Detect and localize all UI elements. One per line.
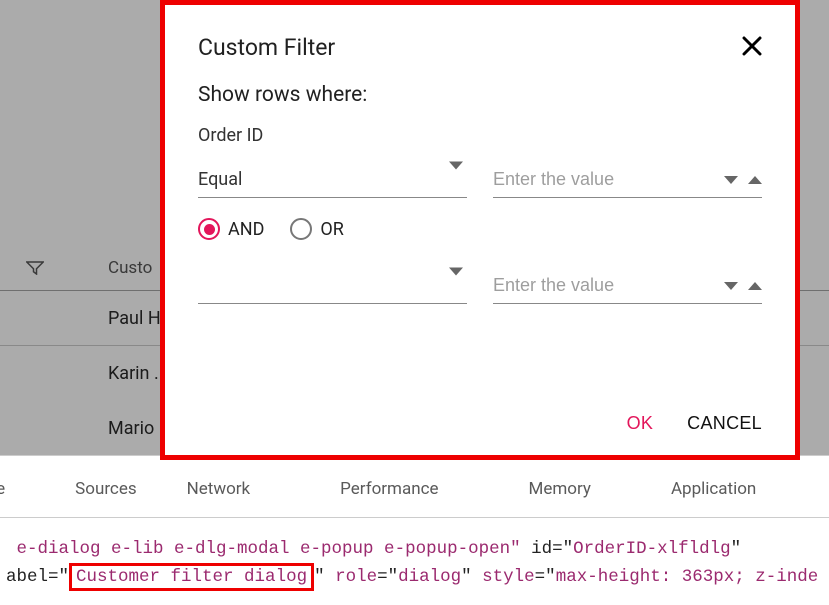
value1-input[interactable] xyxy=(493,169,762,190)
filter-field-label: Order ID xyxy=(198,125,762,146)
dialog-title: Custom Filter xyxy=(198,34,335,61)
spin-down-icon[interactable] xyxy=(724,176,738,184)
src-text: dialog xyxy=(398,567,461,587)
dialog-subtitle: Show rows where: xyxy=(198,83,762,107)
src-text: max-height: 363px; z-inde xyxy=(556,567,819,587)
ok-button[interactable]: OK xyxy=(627,413,654,434)
close-icon[interactable] xyxy=(742,35,762,61)
operator2-select[interactable] xyxy=(198,268,467,304)
devtools-tab[interactable]: le xyxy=(0,479,5,499)
devtools-tab-memory[interactable]: Memory xyxy=(529,479,591,499)
value2-input[interactable] xyxy=(493,275,762,296)
src-text: =" xyxy=(48,567,69,587)
src-text: " xyxy=(731,539,742,559)
radio-checked-icon xyxy=(198,218,220,240)
src-text: OrderID-xlfldlg xyxy=(573,539,731,559)
src-text: =" xyxy=(377,567,398,587)
src-text: " xyxy=(314,567,335,587)
src-text: =" xyxy=(552,539,573,559)
operator1-select[interactable]: Equal xyxy=(198,162,467,198)
highlighted-aria-label: Customer filter dialog xyxy=(69,563,314,591)
src-text: =" xyxy=(535,567,556,587)
radio-unchecked-icon xyxy=(290,218,312,240)
devtools-tabbar: le Sources Network Performance Memory Ap… xyxy=(0,460,829,518)
src-text: id xyxy=(521,539,553,559)
devtools-source: e-dialog e-lib e-dlg-modal e-popup e-pop… xyxy=(0,535,829,591)
spin-down-icon[interactable] xyxy=(724,282,738,290)
spin-up-icon[interactable] xyxy=(748,176,762,184)
operator1-value: Equal xyxy=(198,169,242,190)
chevron-down-icon xyxy=(449,169,463,190)
devtools-tab-performance[interactable]: Performance xyxy=(340,479,438,499)
cancel-button[interactable]: CANCEL xyxy=(687,413,762,434)
devtools-tab-network[interactable]: Network xyxy=(187,479,251,499)
predicate-or-label: OR xyxy=(320,219,343,240)
src-text: " xyxy=(461,567,482,587)
predicate-or-radio[interactable]: OR xyxy=(290,218,343,240)
src-text: abel xyxy=(6,567,48,587)
predicate-and-label: AND xyxy=(228,219,264,240)
predicate-radios: AND OR xyxy=(198,218,762,240)
devtools-tab-sources[interactable]: Sources xyxy=(75,479,136,499)
src-text: e-dialog e-lib e-dlg-modal e-popup e-pop… xyxy=(6,539,521,559)
value1-input-wrap xyxy=(493,162,762,198)
value2-input-wrap xyxy=(493,268,762,304)
spin-up-icon[interactable] xyxy=(748,282,762,290)
src-text: style xyxy=(482,567,535,587)
predicate-and-radio[interactable]: AND xyxy=(198,218,264,240)
chevron-down-icon xyxy=(449,275,463,296)
custom-filter-dialog: Custom Filter Show rows where: Order ID … xyxy=(160,0,800,460)
devtools-tab-application[interactable]: Application xyxy=(671,479,756,499)
src-text: role xyxy=(335,567,377,587)
